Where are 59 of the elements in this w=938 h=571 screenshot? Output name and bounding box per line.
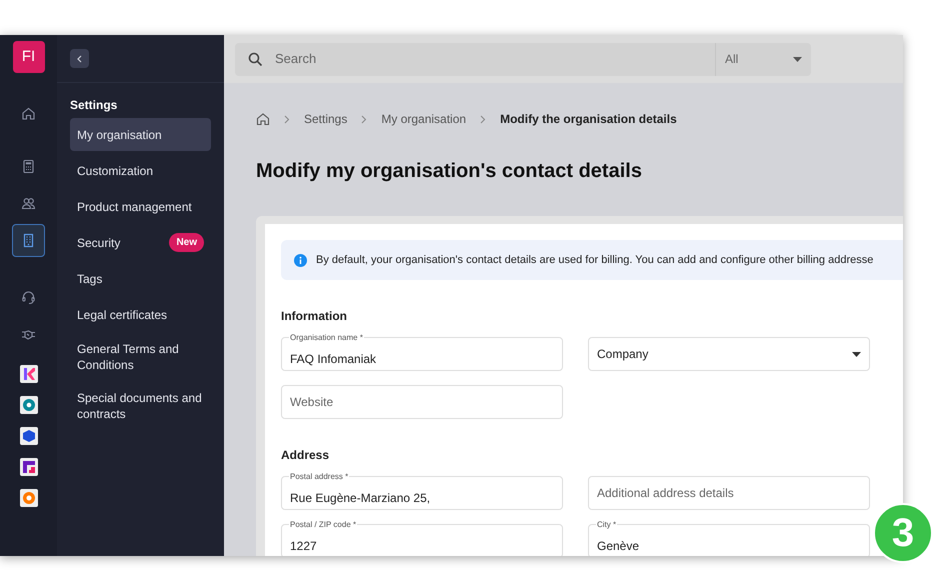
type-dropdown[interactable]: Company <box>588 337 870 371</box>
search-icon <box>248 52 263 66</box>
page-heading: Modify my organisation's contact details <box>256 159 643 184</box>
dropdown-value: Company <box>597 346 650 363</box>
field-label: Postal / ZIP code * <box>289 520 358 530</box>
sidebar-item-label: Product management <box>77 198 192 214</box>
users-icon <box>21 196 36 211</box>
chevron-left-icon <box>76 54 84 62</box>
sidebar-item[interactable]: General Terms and Conditions <box>70 334 211 380</box>
input-field[interactable]: Additional address details <box>588 476 870 510</box>
sidebar-item[interactable]: Customization <box>70 154 211 187</box>
sidebar-item-label: Special documents and contracts <box>77 390 203 422</box>
breadcrumb-link[interactable]: Settings <box>304 110 348 128</box>
input-field[interactable]: Website <box>281 385 563 419</box>
caret-icon <box>852 352 861 356</box>
calculator-icon <box>21 159 36 174</box>
step-number-badge: 3 <box>873 503 933 563</box>
sidebar-item[interactable]: Product management <box>70 190 211 223</box>
search-field[interactable]: Search All <box>235 42 811 76</box>
app-logo-icon[interactable] <box>20 396 38 414</box>
sidebar-item-label: Security <box>77 234 120 250</box>
app-logo-icon[interactable] <box>20 489 38 507</box>
app-logo-icon[interactable] <box>20 458 38 476</box>
home-icon <box>21 106 36 121</box>
home-icon[interactable] <box>256 112 270 126</box>
scope-value: All <box>725 51 738 68</box>
app-logo-icon[interactable] <box>20 427 38 445</box>
sidebar-item[interactable]: Security New <box>70 226 211 259</box>
section-heading: Address <box>281 447 330 464</box>
caret-icon <box>793 56 802 62</box>
app-logo-icon[interactable] <box>20 365 38 383</box>
section-heading: Information <box>281 308 348 325</box>
chevron-right-icon <box>284 114 290 124</box>
nav-rail-button[interactable] <box>12 224 45 257</box>
sidebar-item-label: Legal certificates <box>77 306 168 322</box>
sidebar-item-label: Customization <box>77 162 154 178</box>
account-avatar[interactable]: FI <box>12 41 44 73</box>
sidebar-item[interactable]: Tags <box>70 262 211 295</box>
scope-dropdown[interactable]: All <box>715 42 811 76</box>
info-text: By default, your organisation's contact details are used for billing. You can add and configure other billing addresse <box>316 252 874 268</box>
field-label: Postal address * <box>289 472 350 482</box>
collapse-button[interactable] <box>70 49 89 68</box>
field-label: City * <box>596 520 618 530</box>
sidebar-item[interactable]: Special documents and contracts <box>70 383 211 429</box>
sidebar-heading: Settings <box>70 97 118 114</box>
field-label: Organisation name * <box>289 333 364 343</box>
sidebar-item-label: General Terms and Conditions <box>77 341 180 373</box>
sidebar-item[interactable]: Legal certificates <box>70 298 211 331</box>
new-badge: New <box>169 233 204 252</box>
headset-icon <box>21 290 36 305</box>
building-icon <box>21 233 36 248</box>
sidebar-item[interactable]: My organisation <box>70 118 211 151</box>
info-icon <box>294 254 307 266</box>
sidebar-item-label: My organisation <box>77 126 162 142</box>
breadcrumb-link[interactable]: My organisation <box>381 110 466 128</box>
sidebar-item-label: Tags <box>77 270 102 286</box>
breadcrumb-current: Modify the organisation details <box>500 111 677 128</box>
chevron-right-icon <box>480 114 486 124</box>
chevron-right-icon <box>361 114 368 124</box>
